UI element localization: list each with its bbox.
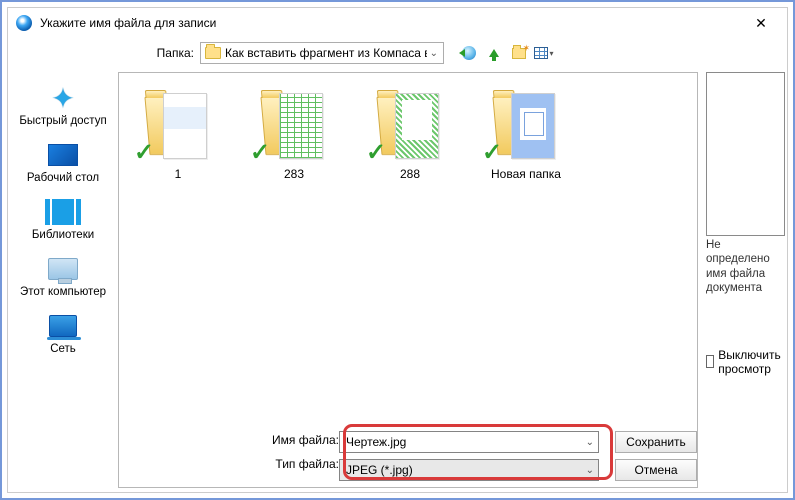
pc-icon xyxy=(48,258,78,280)
folder-label: Новая папка xyxy=(491,167,561,181)
place-this-pc[interactable]: Этот компьютер xyxy=(8,251,118,304)
folder-label: 1 xyxy=(175,167,182,181)
chevron-down-icon: ⌄ xyxy=(586,437,594,448)
checkbox-icon xyxy=(706,355,714,368)
folder-combo[interactable]: Как вставить фрагмент из Компаса в Вор ⌄ xyxy=(200,42,444,64)
chevron-down-icon: ▾ xyxy=(549,49,553,58)
close-button[interactable]: ✕ xyxy=(741,15,781,32)
folder-item[interactable]: ✓ 283 xyxy=(249,89,339,181)
filetype-label: Тип файла: xyxy=(259,457,339,471)
new-folder-icon xyxy=(512,48,526,59)
folder-item[interactable]: ✓ Новая папка xyxy=(481,89,571,181)
back-button[interactable] xyxy=(458,42,480,64)
file-list[interactable]: ✓ 1 ✓ 283 ✓ xyxy=(119,73,697,425)
folder-icon xyxy=(205,47,221,59)
place-label: Рабочий стол xyxy=(27,172,99,184)
save-dialog: Укажите имя файла для записи ✕ Папка: Ка… xyxy=(7,7,788,493)
preview-panel: Не определено имя файла документа Выключ… xyxy=(704,68,793,492)
preview-box xyxy=(706,72,785,236)
app-icon xyxy=(16,15,32,31)
network-icon xyxy=(49,315,77,337)
filename-combo[interactable]: Чертеж.jpg ⌄ xyxy=(339,431,599,453)
filename-label: Имя файла: xyxy=(259,433,339,447)
save-button[interactable]: Сохранить xyxy=(615,431,697,453)
folder-label: 288 xyxy=(400,167,420,181)
check-icon: ✓ xyxy=(134,138,154,167)
check-icon: ✓ xyxy=(250,138,270,167)
place-label: Библиотеки xyxy=(32,229,94,241)
star-icon: ✦ xyxy=(51,82,74,115)
place-label: Этот компьютер xyxy=(20,286,106,298)
place-libraries[interactable]: Библиотеки xyxy=(8,194,118,247)
check-icon: ✓ xyxy=(366,138,386,167)
up-icon xyxy=(489,49,499,57)
folder-combo-text: Как вставить фрагмент из Компаса в Вор xyxy=(225,46,427,60)
place-desktop[interactable]: Рабочий стол xyxy=(8,137,118,190)
disable-preview-label: Выключить просмотр xyxy=(718,348,785,376)
disable-preview-checkbox[interactable]: Выключить просмотр xyxy=(706,348,785,376)
chevron-down-icon: ⌄ xyxy=(586,465,594,476)
cancel-button[interactable]: Отмена xyxy=(615,459,697,481)
up-button[interactable] xyxy=(483,42,505,64)
place-quick-access[interactable]: ✦ Быстрый доступ xyxy=(8,80,118,133)
place-label: Быстрый доступ xyxy=(19,115,106,127)
folder-label: 283 xyxy=(284,167,304,181)
desktop-icon xyxy=(48,144,78,166)
libraries-icon xyxy=(52,199,74,225)
filename-value: Чертеж.jpg xyxy=(346,435,406,449)
window-title: Укажите имя файла для записи xyxy=(40,16,741,30)
views-button[interactable]: ▾ xyxy=(533,42,555,64)
folder-row: Папка: Как вставить фрагмент из Компаса … xyxy=(8,38,787,68)
check-icon: ✓ xyxy=(482,138,502,167)
places-bar: ✦ Быстрый доступ Рабочий стол Библиотеки… xyxy=(8,68,118,492)
filetype-combo[interactable]: JPEG (*.jpg) ⌄ xyxy=(339,459,599,481)
place-network[interactable]: Сеть xyxy=(8,308,118,361)
titlebar: Укажите имя файла для записи ✕ xyxy=(8,8,787,38)
preview-message: Не определено имя файла документа xyxy=(706,238,785,296)
place-label: Сеть xyxy=(50,343,76,355)
file-fields: Имя файла: Тип файла: Чертеж.jpg ⌄ JPEG … xyxy=(119,425,697,487)
back-icon xyxy=(462,46,476,60)
new-folder-button[interactable] xyxy=(508,42,530,64)
filetype-value: JPEG (*.jpg) xyxy=(346,463,413,477)
folder-item[interactable]: ✓ 1 xyxy=(133,89,223,181)
folder-label: Папка: xyxy=(148,46,194,60)
chevron-down-icon: ⌄ xyxy=(427,48,441,59)
folder-item[interactable]: ✓ 288 xyxy=(365,89,455,181)
views-icon xyxy=(534,47,548,59)
